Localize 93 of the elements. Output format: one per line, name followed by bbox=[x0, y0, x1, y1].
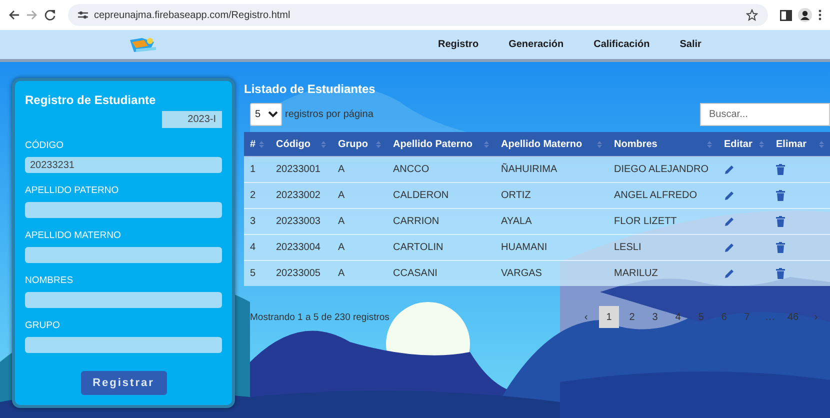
table-cell: A bbox=[332, 156, 387, 182]
table-cell: MARILUZ bbox=[608, 260, 718, 286]
column-header[interactable]: Nombres bbox=[608, 132, 718, 156]
column-header[interactable]: Código bbox=[270, 132, 332, 156]
table-cell: ANGEL ALFREDO bbox=[608, 182, 718, 208]
table-cell: AYALA bbox=[495, 208, 608, 234]
page-button[interactable]: 3 bbox=[645, 306, 665, 328]
field-label: CÓDIGO bbox=[25, 140, 65, 151]
column-title: Código bbox=[276, 138, 310, 150]
delete-icon[interactable] bbox=[776, 190, 785, 201]
nav-link[interactable]: Registro bbox=[438, 39, 479, 50]
column-title: # bbox=[250, 138, 256, 150]
page-button[interactable]: 4 bbox=[668, 306, 688, 328]
field-label: APELLIDO MATERNO bbox=[25, 230, 122, 241]
field-label: GRUPO bbox=[25, 320, 61, 331]
field-label: NOMBRES bbox=[25, 275, 74, 286]
url-text: cepreunajma.firebaseapp.com/Registro.html bbox=[94, 10, 290, 20]
table-cell: A bbox=[332, 182, 387, 208]
column-title: Elimar bbox=[776, 138, 807, 150]
table-cell: CCASANI bbox=[387, 260, 495, 286]
delete-icon[interactable] bbox=[776, 242, 785, 253]
column-header[interactable]: Elimar bbox=[770, 132, 830, 156]
table-cell: 20233003 bbox=[270, 208, 332, 234]
nav-link[interactable]: Salir bbox=[680, 39, 702, 50]
table-cell: CARTOLIN bbox=[387, 234, 495, 260]
page-size-select[interactable]: 5 bbox=[250, 103, 282, 126]
table-cell: 20233001 bbox=[270, 156, 332, 182]
column-header[interactable]: Editar bbox=[718, 132, 770, 156]
column-title: Nombres bbox=[614, 138, 658, 150]
edit-icon[interactable] bbox=[724, 164, 735, 175]
table-cell: FLOR LIZETT bbox=[608, 208, 718, 234]
list-title: Listado de Estudiantes bbox=[244, 82, 376, 96]
page-button[interactable]: ‹ bbox=[576, 306, 596, 328]
table-cell: 1 bbox=[244, 156, 270, 182]
table-cell: CARRION bbox=[387, 208, 495, 234]
star-icon[interactable] bbox=[746, 9, 758, 21]
edit-icon[interactable] bbox=[724, 190, 735, 201]
table-cell: 2 bbox=[244, 182, 270, 208]
delete-icon[interactable] bbox=[776, 164, 785, 175]
table-cell: 4 bbox=[244, 234, 270, 260]
input-field[interactable] bbox=[25, 292, 222, 308]
nav-link[interactable]: Generación bbox=[508, 39, 564, 50]
column-title: Editar bbox=[724, 138, 752, 150]
field-label: APELLIDO PATERNO bbox=[25, 185, 120, 196]
delete-icon[interactable] bbox=[776, 216, 785, 227]
delete-icon[interactable] bbox=[776, 268, 785, 279]
nav-link[interactable]: Calificación bbox=[594, 39, 650, 50]
column-title: Grupo bbox=[338, 138, 368, 150]
table-cell: ORTIZ bbox=[495, 182, 608, 208]
table-cell: 20233004 bbox=[270, 234, 332, 260]
column-header[interactable]: Apellido Materno bbox=[495, 132, 608, 156]
column-title: Apellido Materno bbox=[501, 138, 582, 150]
table-cell: CALDERON bbox=[387, 182, 495, 208]
input-field[interactable] bbox=[25, 202, 222, 218]
address-bar[interactable]: cepreunajma.firebaseapp.com/Registro.html bbox=[68, 4, 768, 26]
table-cell: A bbox=[332, 260, 387, 286]
forward-icon[interactable] bbox=[26, 9, 38, 21]
input-field[interactable] bbox=[25, 247, 222, 263]
register-button[interactable]: Registrar bbox=[80, 371, 166, 395]
column-header[interactable]: # bbox=[244, 132, 270, 156]
edit-icon[interactable] bbox=[724, 216, 735, 227]
back-icon[interactable] bbox=[8, 9, 20, 21]
table-cell: ÑAHUIRIMA bbox=[495, 156, 608, 182]
form-title: Registro de Estudiante bbox=[25, 93, 157, 107]
table-cell: 20233002 bbox=[270, 182, 332, 208]
table-cell: VARGAS bbox=[495, 260, 608, 286]
input-field[interactable]: 20233231 bbox=[25, 157, 222, 173]
edit-icon[interactable] bbox=[724, 268, 735, 279]
column-header[interactable]: Grupo bbox=[332, 132, 387, 156]
table-cell: HUAMANI bbox=[495, 234, 608, 260]
table-cell: DIEGO ALEJANDRO bbox=[608, 156, 718, 182]
table-cell: 20233005 bbox=[270, 260, 332, 286]
table-cell: A bbox=[332, 234, 387, 260]
search-field[interactable]: Buscar... bbox=[700, 103, 830, 126]
reload-icon[interactable] bbox=[44, 9, 56, 21]
table-cell: 3 bbox=[244, 208, 270, 234]
records-summary: Mostrando 1 a 5 de 230 registros bbox=[250, 312, 390, 322]
column-header[interactable]: Apellido Paterno bbox=[387, 132, 495, 156]
page-size-label: registros por página bbox=[285, 109, 374, 120]
page-button[interactable]: 2 bbox=[622, 306, 642, 328]
table-cell: A bbox=[332, 208, 387, 234]
edit-icon[interactable] bbox=[724, 242, 735, 253]
period-field: 2023-I bbox=[162, 111, 222, 128]
input-field[interactable] bbox=[25, 337, 222, 353]
page-button[interactable]: 1 bbox=[599, 306, 619, 328]
site-settings-icon[interactable] bbox=[78, 10, 88, 20]
table-cell: LESLI bbox=[608, 234, 718, 260]
side-panel-icon[interactable] bbox=[780, 10, 792, 20]
table-cell: 5 bbox=[244, 260, 270, 286]
menu-icon[interactable] bbox=[818, 9, 822, 21]
table-cell: ANCCO bbox=[387, 156, 495, 182]
column-title: Apellido Paterno bbox=[393, 138, 472, 150]
profile-icon[interactable] bbox=[798, 8, 812, 22]
